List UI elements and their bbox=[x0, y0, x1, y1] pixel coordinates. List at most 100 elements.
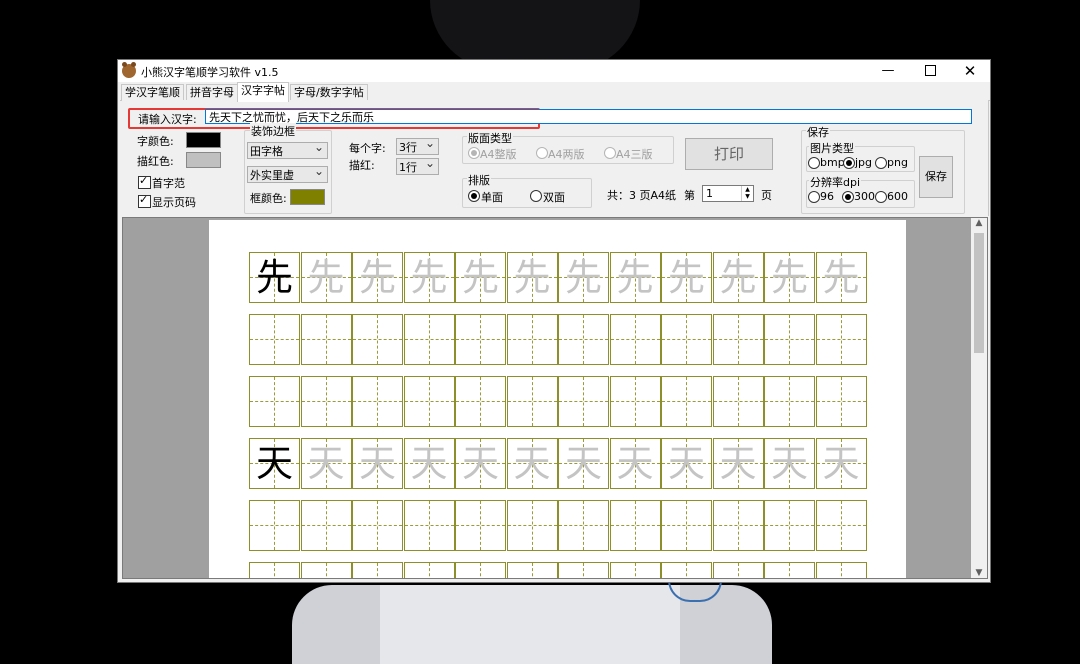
first-char-label: 首字范 bbox=[152, 177, 185, 190]
trace-character: 先 bbox=[719, 256, 757, 299]
trace-rows-select[interactable]: 1行 bbox=[396, 155, 439, 175]
trace-character: 天 bbox=[410, 442, 448, 485]
char-color-label: 字颜色: bbox=[137, 135, 174, 148]
model-character: 天 bbox=[256, 442, 293, 485]
chinese-text-input[interactable]: 先天下之忧而忧，后天下之乐而乐 bbox=[205, 109, 972, 124]
grid-type-select[interactable]: 田字格 bbox=[247, 139, 328, 159]
scroll-down-icon[interactable]: ▼ bbox=[971, 568, 987, 578]
layout-a4-full-radio[interactable] bbox=[468, 147, 480, 159]
single-side-radio[interactable] bbox=[468, 190, 480, 202]
scroll-up-icon[interactable]: ▲ bbox=[971, 218, 987, 228]
tianzige-cell bbox=[506, 562, 558, 578]
trace-rows-label: 描红: bbox=[349, 159, 375, 172]
tianzige-cell bbox=[609, 500, 661, 551]
trace-character: 先 bbox=[462, 256, 499, 299]
preview-scrollbar[interactable]: ▲ ▼ bbox=[971, 218, 987, 578]
tianzige-cell bbox=[558, 376, 609, 427]
tianzige-cell: 先 bbox=[249, 252, 300, 303]
close-button[interactable]: ✕ bbox=[948, 60, 992, 82]
tianzige-cell: 天 bbox=[558, 438, 609, 489]
tianzige-cell bbox=[558, 562, 609, 578]
save-button[interactable]: 保存 bbox=[919, 156, 953, 198]
tianzige-cell bbox=[609, 376, 661, 427]
page-suffix: 页 bbox=[761, 189, 772, 202]
minimize-button[interactable]: — bbox=[866, 60, 910, 82]
tianzige-cell bbox=[712, 500, 764, 551]
tianzige-cell bbox=[712, 562, 764, 578]
spinner-arrows-icon[interactable]: ▲ ▼ bbox=[741, 186, 753, 201]
tianzige-cell bbox=[300, 562, 352, 578]
tab-pinyin-letters[interactable]: 拼音字母 bbox=[186, 84, 238, 101]
trace-character: 先 bbox=[513, 256, 551, 299]
layout-group-title: 版面类型 bbox=[467, 130, 513, 146]
layout-a4-half-label: A4两版 bbox=[548, 148, 585, 161]
tianzige-cell bbox=[815, 376, 867, 427]
double-side-label: 双面 bbox=[543, 191, 565, 204]
trace-character: 天 bbox=[822, 442, 860, 485]
first-char-checkbox[interactable] bbox=[138, 174, 151, 189]
tianzige-cell bbox=[249, 500, 300, 551]
tianzige-cell bbox=[558, 314, 609, 365]
title-bar[interactable]: 小熊汉字笔顺学习软件 v1.5 — ✕ bbox=[118, 60, 990, 82]
tianzige-cell: 先 bbox=[300, 252, 352, 303]
double-side-radio[interactable] bbox=[530, 190, 542, 202]
border-group-title: 装饰边框 bbox=[250, 123, 296, 139]
trace-character: 天 bbox=[565, 442, 602, 485]
tianzige-cell: 先 bbox=[609, 252, 661, 303]
char-color-swatch[interactable] bbox=[186, 132, 221, 148]
dpi-300-label: 300 bbox=[854, 190, 875, 203]
tianzige-cell bbox=[506, 500, 558, 551]
print-preview-area[interactable]: 先先先先先先先先先先先先天天天天天天天天天天天天 ▲ ▼ bbox=[122, 217, 988, 579]
tianzige-cell bbox=[352, 562, 403, 578]
show-page-number-checkbox[interactable] bbox=[138, 193, 151, 208]
dpi-96-radio[interactable] bbox=[808, 191, 820, 203]
page-number-spinner[interactable]: 1 ▲ ▼ bbox=[702, 185, 754, 202]
background-figure-shirt-front bbox=[380, 585, 680, 664]
layout-a4-third-radio[interactable] bbox=[604, 147, 616, 159]
tab-bar: 学汉字笔顺 拼音字母 汉字字帖 字母/数字字帖 bbox=[120, 82, 990, 102]
tianzige-cell bbox=[661, 376, 712, 427]
tianzige-cell bbox=[558, 500, 609, 551]
practice-row: 先先先先先先先先先先先先 bbox=[249, 252, 868, 303]
app-window: 小熊汉字笔顺学习软件 v1.5 — ✕ 学汉字笔顺 拼音字母 汉字字帖 字母/数… bbox=[117, 59, 991, 583]
maximize-button[interactable] bbox=[908, 60, 952, 82]
trace-color-swatch[interactable] bbox=[186, 152, 221, 168]
tianzige-cell: 先 bbox=[712, 252, 764, 303]
tianzige-cell bbox=[764, 376, 815, 427]
tianzige-cell bbox=[609, 562, 661, 578]
tianzige-cell: 天 bbox=[712, 438, 764, 489]
tab-chinese-copybook[interactable]: 汉字字帖 bbox=[237, 82, 289, 102]
per-char-label: 每个字: bbox=[349, 142, 386, 155]
tab-learn-stroke-order[interactable]: 学汉字笔顺 bbox=[121, 84, 184, 101]
tianzige-cell bbox=[300, 500, 352, 551]
per-char-rows-select[interactable]: 3行 bbox=[396, 135, 439, 155]
practice-row: 天天天天天天天天天天天天 bbox=[249, 438, 868, 489]
settings-panel: 请输入汉字: 先天下之忧而忧，后天下之乐而乐 字颜色: 描红色: 首字范 显示页… bbox=[122, 100, 989, 216]
bear-app-icon bbox=[122, 62, 136, 78]
side-group-title: 排版 bbox=[467, 172, 491, 188]
trace-character: 先 bbox=[668, 256, 705, 299]
png-radio[interactable] bbox=[875, 157, 887, 169]
page-count-text: 共：3 页A4纸 bbox=[607, 189, 677, 202]
tianzige-cell bbox=[249, 314, 300, 365]
tianzige-cell bbox=[455, 500, 506, 551]
jpg-radio[interactable] bbox=[843, 157, 855, 169]
dpi-300-radio[interactable] bbox=[842, 191, 854, 203]
tianzige-cell bbox=[249, 562, 300, 578]
tianzige-cell bbox=[455, 562, 506, 578]
tab-letter-number-copybook[interactable]: 字母/数字字帖 bbox=[290, 84, 368, 101]
layout-a4-half-radio[interactable] bbox=[536, 147, 548, 159]
frame-style-select[interactable]: 外实里虚 bbox=[247, 163, 328, 183]
tianzige-cell bbox=[455, 314, 506, 365]
dpi-600-label: 600 bbox=[887, 190, 908, 203]
frame-color-swatch[interactable] bbox=[290, 189, 325, 205]
scroll-thumb[interactable] bbox=[974, 233, 984, 353]
tianzige-cell bbox=[403, 314, 455, 365]
bmp-radio[interactable] bbox=[808, 157, 820, 169]
layout-a4-third-label: A4三版 bbox=[616, 148, 653, 161]
trace-character: 先 bbox=[307, 256, 345, 299]
practice-row bbox=[249, 562, 868, 578]
print-button[interactable]: 打印 bbox=[685, 138, 773, 170]
tianzige-cell bbox=[609, 314, 661, 365]
dpi-600-radio[interactable] bbox=[875, 191, 887, 203]
